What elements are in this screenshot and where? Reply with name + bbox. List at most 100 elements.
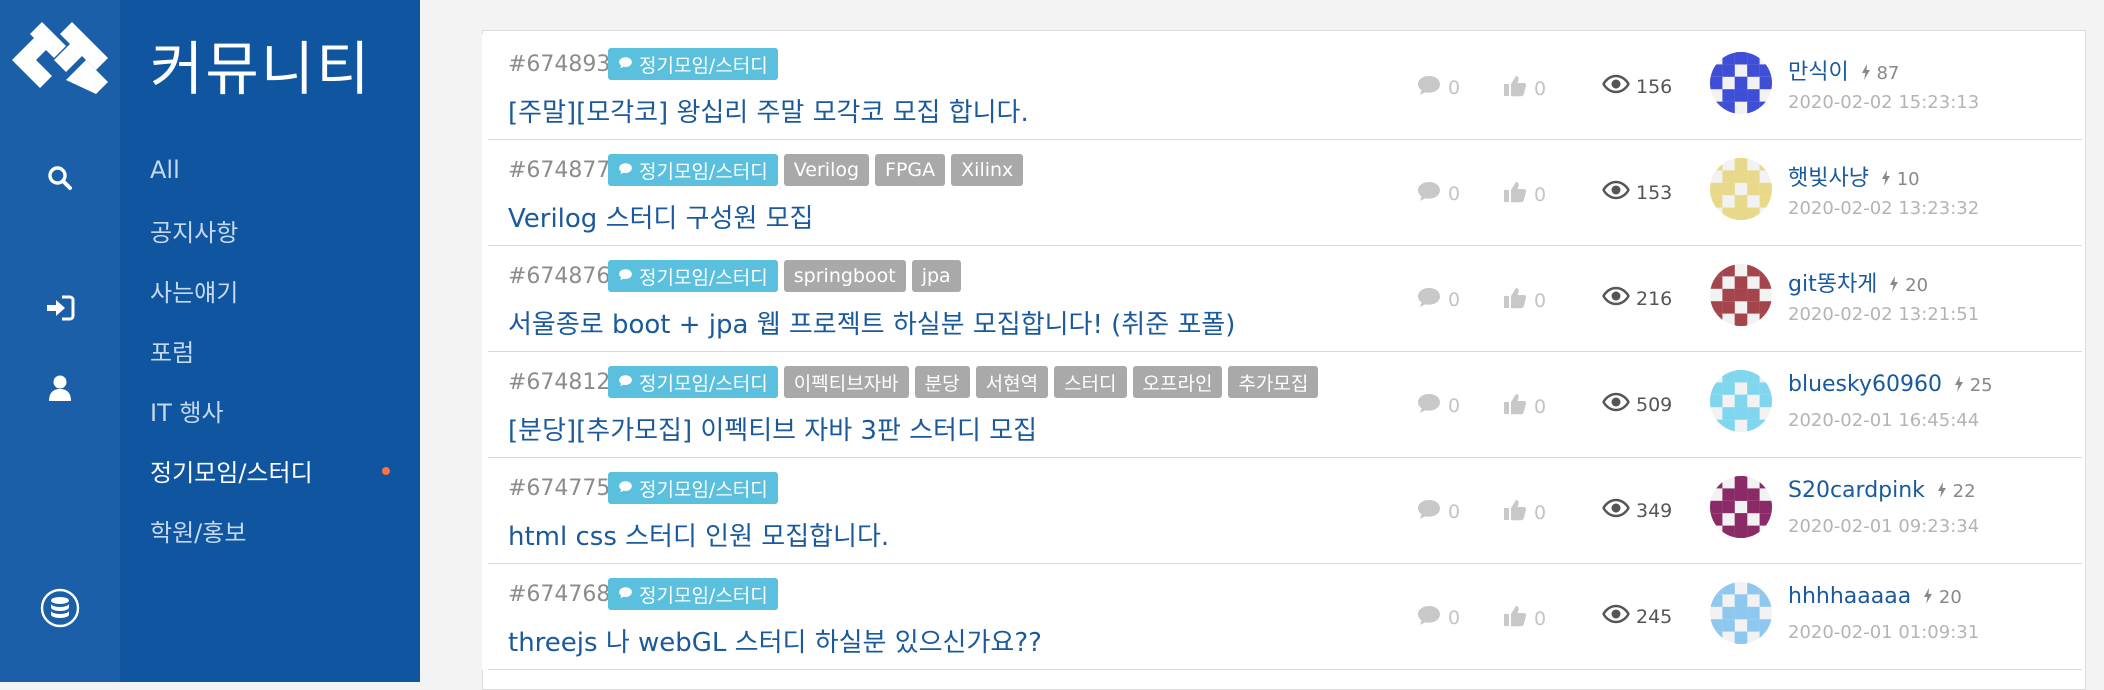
reputation-value: 87 <box>1876 63 1900 84</box>
tag-list: 정기모임/스터디 이펙티브자바 분당 서현역 스터디 오프라인 추가모집 <box>608 366 1319 398</box>
category-tag[interactable]: 정기모임/스터디 <box>608 154 778 186</box>
post-tag[interactable]: springboot <box>783 260 906 292</box>
author-name[interactable]: 만식이 <box>1788 60 1849 85</box>
like-count: 0 <box>1502 498 1546 527</box>
bolt-icon <box>1883 275 1899 296</box>
logo-icon[interactable] <box>10 20 110 100</box>
post-row[interactable]: #674877 정기모임/스터디 Verilog FPGA Xilinx Verilog … <box>482 140 2082 246</box>
comments-icon <box>618 267 633 285</box>
post-id: #674775 <box>508 476 611 501</box>
search-icon[interactable] <box>0 156 120 200</box>
like-count: 0 <box>1502 604 1546 633</box>
category-tag[interactable]: 정기모임/스터디 <box>608 48 778 80</box>
comment-count-value: 0 <box>1448 606 1461 629</box>
comment-icon <box>1416 286 1448 313</box>
category-tag[interactable]: 정기모임/스터디 <box>608 472 778 504</box>
sidebar-item-label: 학원/홍보 <box>150 518 247 547</box>
tag-list: 정기모임/스터디 <box>608 472 778 504</box>
like-count: 0 <box>1502 180 1546 209</box>
sidebar-item-label: 정기모임/스터디 <box>150 458 313 487</box>
post-tag[interactable]: Verilog <box>783 154 870 186</box>
reputation-value: 22 <box>1952 481 1976 502</box>
post-tag[interactable]: 분당 <box>914 366 970 398</box>
post-id: #674893 <box>508 52 611 77</box>
like-count-value: 0 <box>1534 289 1547 312</box>
comment-count: 0 <box>1416 392 1460 419</box>
reputation: 22 <box>1931 481 1976 502</box>
sidebar-item-all[interactable]: All <box>150 140 410 200</box>
category-label: 정기모임/스터디 <box>639 584 768 607</box>
post-title-link[interactable]: 서울종로 boot + jpa 웹 프로젝트 하실분 모집합니다! (취준 포폴… <box>508 304 1235 341</box>
post-tag[interactable]: 오프라인 <box>1132 366 1223 398</box>
eye-icon <box>1602 286 1636 311</box>
post-row[interactable]: #674893 정기모임/스터디 [주말][모각코] 왕십리 주말 모각코 모집 합… <box>482 34 2082 140</box>
comments-icon <box>618 585 633 603</box>
view-count: 156 <box>1602 74 1672 99</box>
post-row[interactable]: #674775 정기모임/스터디 html css 스터디 인원 모집합니다. 0 0 3… <box>482 458 2082 564</box>
post-tag[interactable]: FPGA <box>875 154 946 186</box>
comment-count: 0 <box>1416 604 1460 631</box>
comment-count: 0 <box>1416 180 1460 207</box>
sidebar-item-it-events[interactable]: IT 행사 <box>150 380 410 440</box>
sidebar-item-academy[interactable]: 학원/홍보 <box>150 500 410 560</box>
avatar[interactable] <box>1710 582 1772 644</box>
post-row[interactable]: #674812 정기모임/스터디 이펙티브자바 분당 서현역 스터디 오프라인 추가모집 [분당… <box>482 352 2082 458</box>
user-icon[interactable] <box>0 366 120 410</box>
like-count-value: 0 <box>1534 183 1547 206</box>
comment-count-value: 0 <box>1448 76 1461 99</box>
sidebar-item-life[interactable]: 사는얘기 <box>150 260 410 320</box>
sidebar-item-forum[interactable]: 포럼 <box>150 320 410 380</box>
category-tag[interactable]: 정기모임/스터디 <box>608 366 778 398</box>
post-title-link[interactable]: Verilog 스터디 구성원 모집 <box>508 198 813 235</box>
sidebar: 커뮤니티 All 공지사항 사는얘기 포럼 IT 행사 정기모임/스터디 학원/… <box>120 0 420 682</box>
eye-icon <box>1602 498 1636 523</box>
post-tag[interactable]: 추가모집 <box>1228 366 1319 398</box>
author-name[interactable]: 햇빛사냥 <box>1788 166 1869 191</box>
avatar[interactable] <box>1710 52 1772 114</box>
post-date: 2020-02-02 13:21:51 <box>1788 304 1980 325</box>
post-title-link[interactable]: [분당][추가모집] 이펙티브 자바 3판 스터디 모집 <box>508 410 1037 447</box>
comments-icon <box>618 373 633 391</box>
avatar[interactable] <box>1710 370 1772 432</box>
bolt-icon <box>1855 63 1871 84</box>
post-tag[interactable]: 서현역 <box>975 366 1049 398</box>
author-name[interactable]: bluesky60960 <box>1788 372 1942 397</box>
category-tag[interactable]: 정기모임/스터디 <box>608 260 778 292</box>
post-title-link[interactable]: threejs 나 webGL 스터디 하실분 있으신가요?? <box>508 622 1042 659</box>
post-id: #674876 <box>508 264 611 289</box>
post-tag[interactable]: jpa <box>911 260 961 292</box>
active-indicator-dot <box>382 467 390 475</box>
view-count-value: 245 <box>1636 605 1673 628</box>
avatar[interactable] <box>1710 158 1772 220</box>
sign-in-icon[interactable] <box>0 286 120 330</box>
post-tag[interactable]: 스터디 <box>1054 366 1127 398</box>
sidebar-item-notice[interactable]: 공지사항 <box>150 200 410 260</box>
thumbs-up-icon <box>1502 392 1534 421</box>
database-icon[interactable] <box>0 586 120 630</box>
post-title-link[interactable]: [주말][모각코] 왕십리 주말 모각코 모집 합니다. <box>508 92 1029 129</box>
sidebar-item-study[interactable]: 정기모임/스터디 <box>150 440 410 500</box>
view-count-value: 349 <box>1636 499 1673 522</box>
thumbs-up-icon <box>1502 74 1534 103</box>
author-name[interactable]: S20cardpink <box>1788 478 1925 503</box>
category-tag[interactable]: 정기모임/스터디 <box>608 578 778 610</box>
avatar[interactable] <box>1710 264 1772 326</box>
post-date: 2020-02-01 09:23:34 <box>1788 516 1980 537</box>
post-title-link[interactable]: html css 스터디 인원 모집합니다. <box>508 516 889 553</box>
post-row[interactable]: #674876 정기모임/스터디 springboot jpa 서울종로 boot + … <box>482 246 2082 352</box>
post-tag[interactable]: Xilinx <box>951 154 1024 186</box>
avatar[interactable] <box>1710 476 1772 538</box>
comment-icon <box>1416 392 1448 419</box>
post-date: 2020-02-02 13:23:32 <box>1788 198 1980 219</box>
view-count-value: 216 <box>1636 287 1673 310</box>
tag-list: 정기모임/스터디 springboot jpa <box>608 260 961 292</box>
post-tag[interactable]: 이펙티브자바 <box>783 366 909 398</box>
tag-list: 정기모임/스터디 Verilog FPGA Xilinx <box>608 154 1024 186</box>
author-name[interactable]: hhhhaaaaa <box>1788 584 1911 609</box>
post-row[interactable]: #674768 정기모임/스터디 threejs 나 webGL 스터디 하실분 있… <box>482 564 2082 670</box>
author-name[interactable]: git똥차게 <box>1788 272 1877 297</box>
sidebar-title: 커뮤니티 <box>150 35 372 103</box>
eye-icon <box>1602 604 1636 629</box>
tag-list: 정기모임/스터디 <box>608 578 778 610</box>
reputation-value: 25 <box>1969 375 1993 396</box>
